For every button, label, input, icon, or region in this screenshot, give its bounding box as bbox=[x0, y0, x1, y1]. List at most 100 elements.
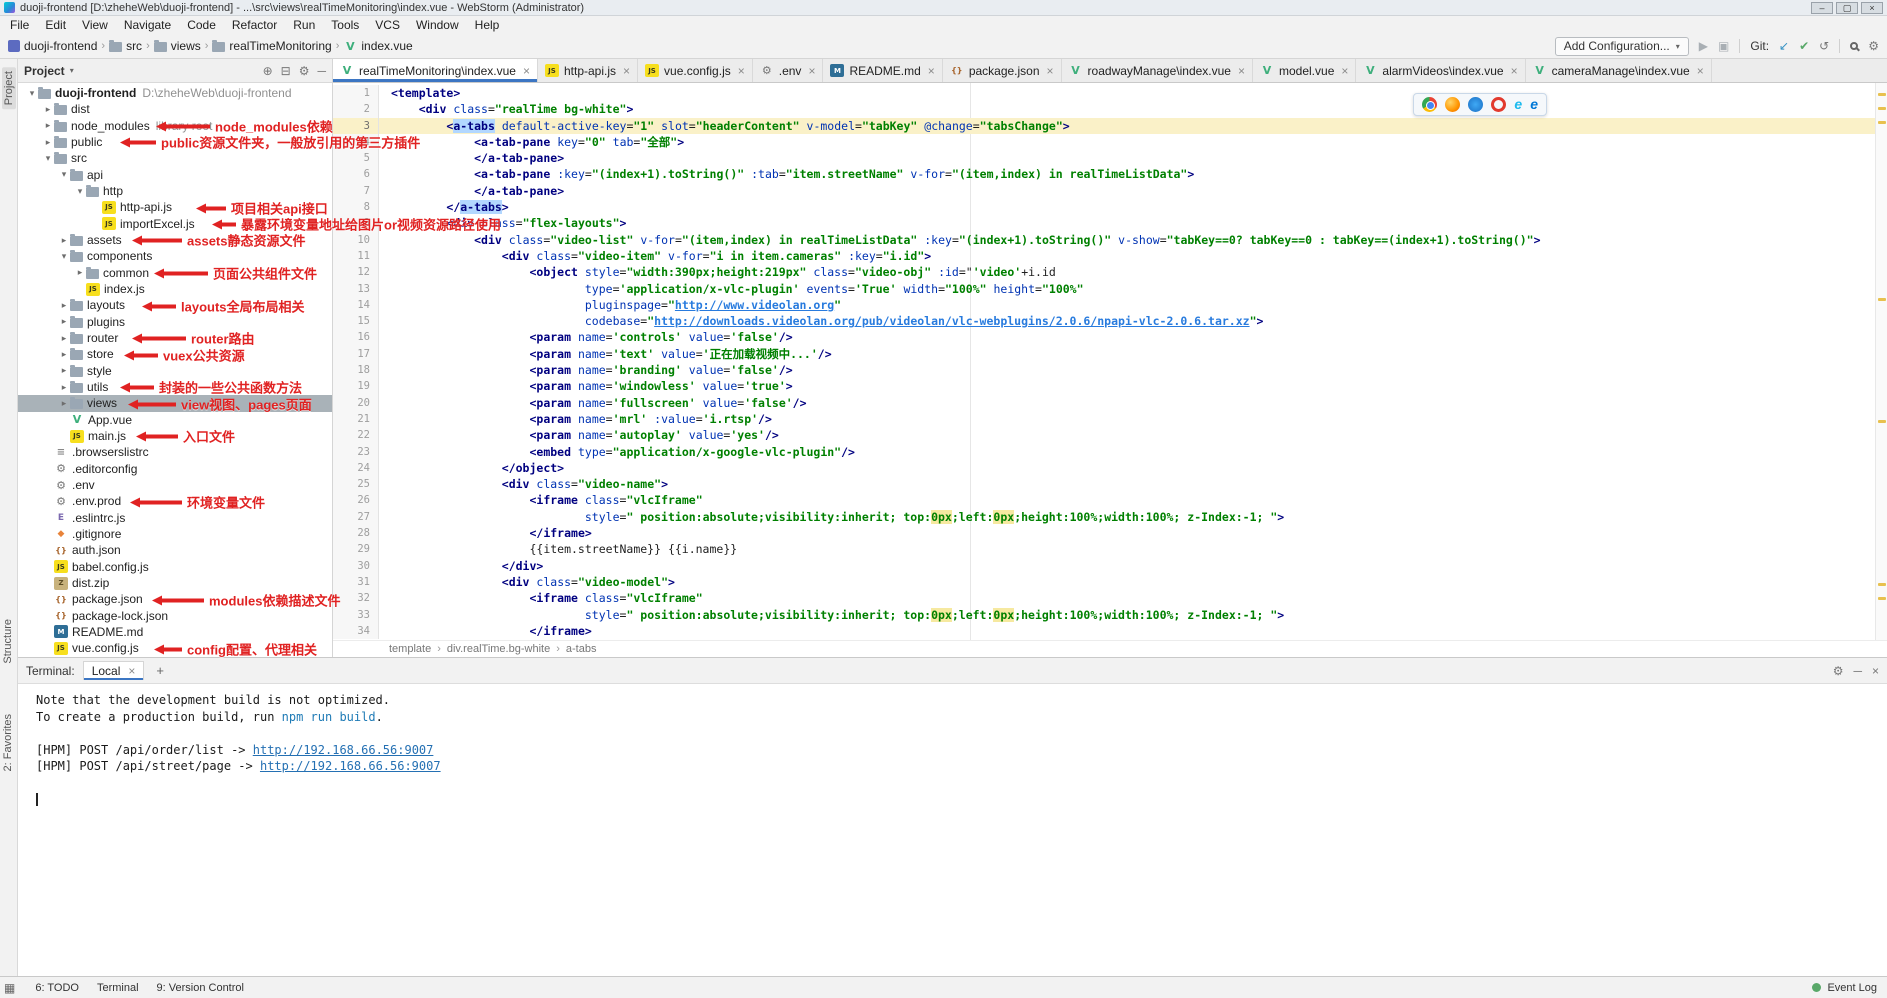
close-icon[interactable]: × bbox=[1047, 64, 1054, 78]
menu-tools[interactable]: Tools bbox=[323, 18, 367, 32]
chevron-right-icon[interactable]: ▸ bbox=[58, 300, 70, 311]
menu-window[interactable]: Window bbox=[408, 18, 467, 32]
terminal-link[interactable]: http://192.168.66.56:9007 bbox=[253, 743, 434, 757]
chevron-right-icon[interactable]: ▸ bbox=[74, 267, 86, 278]
tree-item-dist[interactable]: ▸dist bbox=[18, 101, 332, 117]
tree-item-.browserslistrc[interactable]: ≡.browserslistrc bbox=[18, 444, 332, 460]
tool-window-switcher-icon[interactable]: ▦ bbox=[4, 981, 15, 995]
close-icon[interactable]: × bbox=[523, 64, 530, 78]
close-icon[interactable]: × bbox=[1697, 64, 1704, 78]
chevron-right-icon[interactable]: ▸ bbox=[42, 120, 54, 131]
close-icon[interactable]: × bbox=[808, 64, 815, 78]
code-line[interactable]: 12 <object style="width:390px;height:219… bbox=[333, 264, 1887, 280]
chevron-right-icon[interactable]: ▸ bbox=[42, 104, 54, 115]
editor-tab-cameramanage-index.vue[interactable]: VcameraManage\index.vue× bbox=[1526, 59, 1712, 82]
tree-item-vue.config.js[interactable]: JSvue.config.js bbox=[18, 640, 332, 656]
internet-explorer-icon[interactable]: e bbox=[1514, 97, 1522, 112]
code-line[interactable]: 21 <param name='mrl' :value='i.rtsp'/> bbox=[333, 411, 1887, 427]
tool-button-favorites[interactable]: 2: Favorites bbox=[2, 714, 14, 771]
status-9-version-control[interactable]: 9: Version Control bbox=[157, 982, 244, 994]
breadcrumb-item-views[interactable]: views bbox=[154, 39, 201, 53]
tree-item-.env.prod[interactable]: ⚙.env.prod bbox=[18, 493, 332, 509]
tool-button-project[interactable]: Project bbox=[2, 67, 16, 109]
code-line[interactable]: 28 </iframe> bbox=[333, 525, 1887, 541]
tree-item-readme.md[interactable]: MREADME.md bbox=[18, 624, 332, 640]
add-configuration-button[interactable]: Add Configuration... ▾ bbox=[1555, 37, 1689, 56]
editor-tab-.env[interactable]: ⚙.env× bbox=[753, 59, 824, 82]
tree-item-utils[interactable]: ▸utils bbox=[18, 379, 332, 395]
tree-item-views[interactable]: ▸views bbox=[18, 395, 332, 411]
tree-item-package.json[interactable]: {}package.json bbox=[18, 591, 332, 607]
code-line[interactable]: 34 </iframe> bbox=[333, 623, 1887, 639]
settings-gear-icon[interactable]: ⚙ bbox=[1868, 40, 1879, 52]
code-line[interactable]: 2 <div class="realTime bg-white"> bbox=[333, 101, 1887, 117]
panel-settings-gear-icon[interactable]: ⚙ bbox=[299, 64, 310, 78]
breadcrumb-item-duoji-frontend[interactable]: duoji-frontend bbox=[8, 39, 97, 53]
tree-item-node_modules[interactable]: ▸node_moduleslibrary root bbox=[18, 118, 332, 134]
menu-edit[interactable]: Edit bbox=[37, 18, 74, 32]
menu-vcs[interactable]: VCS bbox=[367, 18, 408, 32]
tree-item-babel.config.js[interactable]: JSbabel.config.js bbox=[18, 559, 332, 575]
terminal-tab-local[interactable]: Local × bbox=[83, 661, 145, 680]
editor-breadcrumb-item-div.realtime.bg-white[interactable]: div.realTime.bg-white bbox=[447, 643, 550, 655]
chevron-down-icon[interactable]: ▾ bbox=[42, 153, 54, 164]
chevron-down-icon[interactable]: ▾ bbox=[74, 186, 86, 197]
code-line[interactable]: 20 <param name='fullscreen' value='false… bbox=[333, 395, 1887, 411]
chevron-right-icon[interactable]: ▸ bbox=[58, 382, 70, 393]
chevron-right-icon[interactable]: ▸ bbox=[58, 349, 70, 360]
editor-tab-roadwaymanage-index.vue[interactable]: VroadwayManage\index.vue× bbox=[1062, 59, 1253, 82]
new-terminal-icon[interactable]: + bbox=[152, 663, 168, 678]
close-icon[interactable]: × bbox=[1511, 64, 1518, 78]
code-line[interactable]: 16 <param name='controls' value='false'/… bbox=[333, 329, 1887, 345]
close-icon[interactable]: × bbox=[128, 664, 135, 678]
code-line[interactable]: 29 {{item.streetName}} {{i.name}} bbox=[333, 541, 1887, 557]
close-icon[interactable]: × bbox=[738, 64, 745, 78]
editor-breadcrumb-item-template[interactable]: template bbox=[389, 643, 431, 655]
menu-navigate[interactable]: Navigate bbox=[116, 18, 179, 32]
close-icon[interactable]: × bbox=[1238, 64, 1245, 78]
locate-file-icon[interactable]: ⊕ bbox=[263, 64, 273, 78]
chevron-down-icon[interactable]: ▾ bbox=[26, 88, 38, 99]
code-line[interactable]: 14 pluginspage="http://www.videolan.org" bbox=[333, 297, 1887, 313]
git-revert-icon[interactable]: ↺ bbox=[1819, 40, 1829, 52]
search-everywhere-icon[interactable] bbox=[1850, 42, 1858, 50]
editor-tab-http-api.js[interactable]: JShttp-api.js× bbox=[538, 59, 638, 82]
tree-item-.env[interactable]: ⚙.env bbox=[18, 477, 332, 493]
minimize-panel-icon[interactable]: ─ bbox=[1853, 664, 1862, 678]
git-update-icon[interactable]: ↙ bbox=[1779, 40, 1789, 52]
code-line[interactable]: 8 </a-tabs> bbox=[333, 199, 1887, 215]
code-line[interactable]: 26 <iframe class="vlcIframe" bbox=[333, 492, 1887, 508]
safari-icon[interactable] bbox=[1468, 97, 1483, 112]
close-icon[interactable]: × bbox=[1341, 64, 1348, 78]
code-line[interactable]: 19 <param name='windowless' value='true'… bbox=[333, 378, 1887, 394]
tree-item-layouts[interactable]: ▸layouts bbox=[18, 297, 332, 313]
editor-tab-package.json[interactable]: {}package.json× bbox=[943, 59, 1062, 82]
tree-item-style[interactable]: ▸style bbox=[18, 363, 332, 379]
code-line[interactable]: 7 </a-tab-pane> bbox=[333, 183, 1887, 199]
menu-run[interactable]: Run bbox=[285, 18, 323, 32]
maximize-button[interactable]: ▢ bbox=[1836, 2, 1858, 14]
edge-icon[interactable]: e bbox=[1530, 97, 1538, 112]
editor-tab-vue.config.js[interactable]: JSvue.config.js× bbox=[638, 59, 753, 82]
run-button[interactable]: ▶ bbox=[1699, 40, 1708, 52]
tree-item-app.vue[interactable]: VApp.vue bbox=[18, 412, 332, 428]
opera-icon[interactable] bbox=[1491, 97, 1506, 112]
tree-item-package-lock.json[interactable]: {}package-lock.json bbox=[18, 608, 332, 624]
tree-item-common[interactable]: ▸common bbox=[18, 265, 332, 281]
code-line[interactable]: 11 <div class="video-item" v-for="i in i… bbox=[333, 248, 1887, 264]
tree-item-importexcel.js[interactable]: JSimportExcel.js bbox=[18, 216, 332, 232]
code-line[interactable]: 18 <param name='branding' value='false'/… bbox=[333, 362, 1887, 378]
hide-panel-icon[interactable]: ─ bbox=[317, 64, 326, 78]
tree-item-router[interactable]: ▸router bbox=[18, 330, 332, 346]
close-icon[interactable]: × bbox=[623, 64, 630, 78]
code-line[interactable]: 32 <iframe class="vlcIframe" bbox=[333, 590, 1887, 606]
tree-item-api[interactable]: ▾api bbox=[18, 167, 332, 183]
code-line[interactable]: 13 type='application/x-vlc-plugin' event… bbox=[333, 281, 1887, 297]
error-stripe-scrollbar[interactable] bbox=[1875, 83, 1887, 640]
tree-item-src[interactable]: ▾src bbox=[18, 150, 332, 166]
terminal-link[interactable]: http://192.168.66.56:9007 bbox=[260, 759, 441, 773]
status-6-todo[interactable]: 6: TODO bbox=[35, 982, 79, 994]
tree-item-http[interactable]: ▾http bbox=[18, 183, 332, 199]
terminal-settings-gear-icon[interactable]: ⚙ bbox=[1833, 664, 1844, 678]
chevron-down-icon[interactable]: ▾ bbox=[58, 251, 70, 262]
